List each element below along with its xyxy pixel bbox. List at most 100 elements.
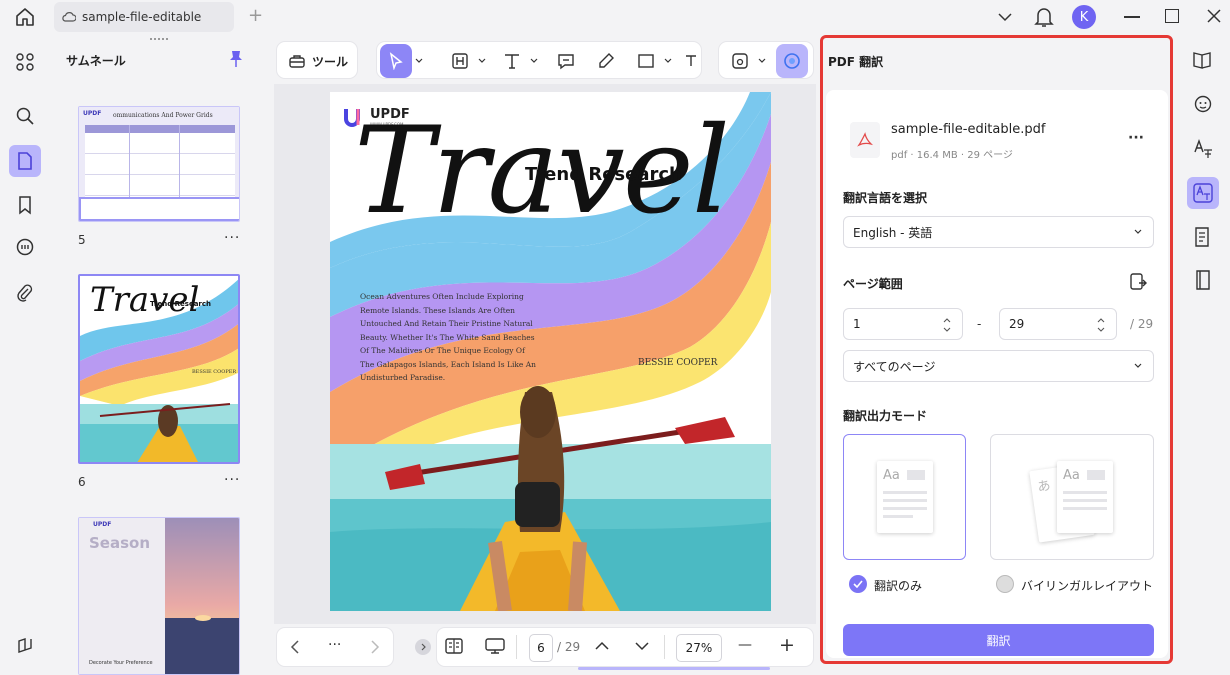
thumb-subtitle: Trend Research: [150, 300, 211, 308]
mode-bilingual-card[interactable]: あ Aa: [990, 434, 1154, 560]
shape-tool-dropdown[interactable]: [662, 44, 674, 78]
chevron-down-icon: [1133, 228, 1143, 236]
attachment-icon[interactable]: [9, 277, 41, 309]
text-tool-icon[interactable]: [498, 44, 526, 78]
subtitle: Trend Research: [525, 164, 682, 185]
thumbnail-page-5[interactable]: UPDF ommunications And Power Grids: [78, 106, 240, 222]
maximize-icon[interactable]: [1165, 9, 1179, 23]
thumbnail-page-6[interactable]: Travel Trend Research BESSIE COOPER: [78, 274, 240, 464]
file-more-button[interactable]: ···: [1128, 130, 1144, 146]
thumbnail-more-button[interactable]: ···: [224, 472, 240, 488]
read-aloud-icon[interactable]: [1187, 44, 1219, 76]
mode-only-label[interactable]: 翻訳のみ: [874, 577, 922, 594]
thumb-season-title: Season: [89, 534, 151, 552]
document-tab[interactable]: sample-file-editable: [54, 2, 234, 32]
comment-tool-icon[interactable]: [552, 44, 580, 78]
mode-translation-only-card[interactable]: Aa: [843, 434, 966, 560]
range-from-input[interactable]: 1: [843, 308, 963, 340]
collapse-toggle-icon[interactable]: [415, 639, 431, 655]
tools-button[interactable]: ツール: [282, 44, 354, 78]
avatar[interactable]: K: [1072, 5, 1096, 29]
mode-only-radio[interactable]: [849, 575, 867, 593]
thumb-footer: Decorate Your Preference: [89, 660, 153, 666]
document-preview-icon: Aa: [877, 461, 933, 533]
new-tab-button[interactable]: +: [248, 5, 263, 26]
chevron-right-icon[interactable]: [368, 639, 382, 655]
summarize-icon[interactable]: [1187, 221, 1219, 253]
page-number: 6: [78, 475, 86, 489]
output-mode-label: 翻訳出力モード: [843, 409, 928, 423]
zoom-level-input[interactable]: 27%: [676, 634, 722, 662]
mode-bilingual-label[interactable]: バイリンガルレイアウト: [1021, 577, 1153, 594]
mode-bilingual-radio[interactable]: [996, 575, 1014, 593]
stepper-icon[interactable]: [1096, 316, 1106, 334]
pdf-page: UPDF WWW.UPDF.COM Travel Trend Research …: [330, 92, 771, 611]
comment-icon[interactable]: [9, 231, 41, 263]
save-icon[interactable]: [726, 44, 754, 78]
text-tool-dropdown[interactable]: [528, 44, 540, 78]
avatar-initial: K: [1079, 9, 1089, 25]
text-box-dropdown[interactable]: [476, 44, 488, 78]
stepper-icon[interactable]: [942, 316, 952, 334]
select-tool-dropdown[interactable]: [412, 44, 426, 78]
pdf-translate-icon[interactable]: [1187, 177, 1219, 209]
reader-mode-icon[interactable]: [1187, 264, 1219, 296]
body-text: Ocean Adventures Often Include Exploring…: [360, 292, 536, 382]
thumbnail-title: サムネール: [66, 54, 126, 68]
next-page-icon[interactable]: [634, 639, 650, 653]
translate-button[interactable]: 翻訳: [843, 624, 1154, 656]
language-select[interactable]: English - 英語: [843, 216, 1154, 248]
range-dash: -: [977, 317, 982, 331]
page-list-more-button[interactable]: ···: [328, 637, 341, 653]
previous-page-icon[interactable]: [594, 639, 610, 653]
horizontal-scrollbar[interactable]: [578, 667, 770, 670]
thumbnail-more-button[interactable]: ···: [224, 230, 240, 246]
text-box-icon[interactable]: [446, 44, 474, 78]
bookmark-icon[interactable]: [9, 189, 41, 221]
ai-assistant-button[interactable]: [776, 44, 808, 78]
page-filter-select[interactable]: すべてのページ: [843, 350, 1154, 382]
shape-tool-icon[interactable]: [632, 44, 660, 78]
current-page: 6: [537, 641, 545, 655]
presentation-icon[interactable]: [484, 637, 506, 655]
panel-drag-handle[interactable]: [150, 38, 168, 42]
range-to-input[interactable]: 29: [999, 308, 1117, 340]
home-icon[interactable]: [14, 6, 36, 28]
minimize-icon[interactable]: [1124, 16, 1140, 18]
thumb-logo: UPDF: [93, 521, 112, 528]
close-icon[interactable]: [1206, 8, 1222, 24]
range-total: / 29: [1130, 317, 1154, 331]
thumbnail-page-7[interactable]: UPDF Season Decorate Your Preference: [78, 517, 240, 675]
thumb-logo: UPDF: [83, 110, 102, 117]
file-meta: pdf · 16.4 MB · 29 ページ: [891, 150, 1013, 161]
chevron-down-icon[interactable]: [996, 9, 1014, 25]
zoom-in-button[interactable]: +: [779, 634, 795, 656]
page-filter-value: すべてのページ: [853, 359, 936, 374]
bell-icon[interactable]: [1034, 6, 1054, 28]
page-number-input[interactable]: 6: [529, 634, 553, 662]
document-preview-icon: Aa: [1057, 461, 1113, 533]
save-dropdown[interactable]: [756, 44, 768, 78]
page-layout-icon[interactable]: [444, 637, 464, 655]
swap-range-icon[interactable]: [1128, 272, 1148, 292]
right-rail: [1178, 36, 1230, 675]
thumbnail-page-icon[interactable]: [9, 145, 41, 177]
search-icon[interactable]: [9, 100, 41, 132]
chevron-left-icon[interactable]: [288, 639, 302, 655]
highlighter-icon[interactable]: [592, 44, 620, 78]
divider: [516, 635, 517, 659]
more-tools-icon[interactable]: [682, 44, 700, 78]
apps-icon[interactable]: [9, 46, 41, 78]
pdf-file-icon: [850, 122, 880, 158]
zoom-value: 27%: [685, 641, 713, 655]
ai-chat-icon[interactable]: [1187, 88, 1219, 120]
chevron-down-icon: [1133, 362, 1143, 370]
translate-text-icon[interactable]: [1187, 133, 1219, 165]
panel-title: PDF 翻訳: [828, 55, 884, 69]
select-tool-button[interactable]: [380, 44, 412, 78]
zoom-out-button[interactable]: —: [738, 637, 752, 653]
pin-icon[interactable]: [228, 50, 244, 68]
doc-aa-text: Aa: [1063, 468, 1080, 483]
range-to-value: 29: [1009, 317, 1025, 331]
layers-icon[interactable]: [9, 630, 41, 662]
